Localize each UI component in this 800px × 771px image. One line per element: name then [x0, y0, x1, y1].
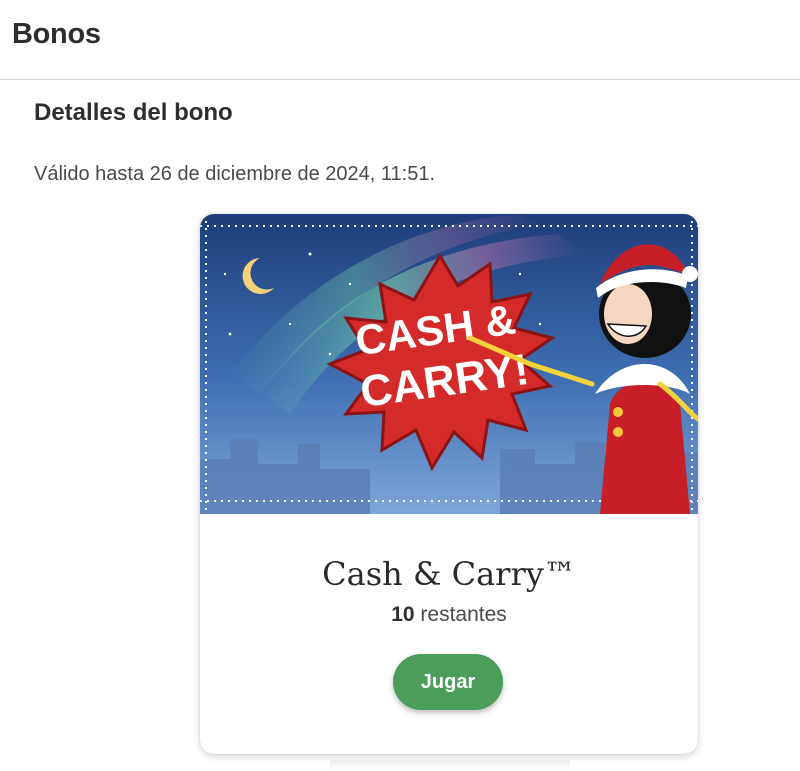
game-banner-image: CASH & CARRY!	[200, 214, 698, 514]
bonus-card: CASH & CARRY! Cash & Carry™ 10 restantes…	[200, 214, 698, 754]
bonus-details-heading: Detalles del bono	[34, 99, 233, 126]
validity-text: Válido hasta 26 de diciembre de 2024, 11…	[34, 163, 436, 185]
remaining-label: restantes	[414, 603, 507, 626]
play-button[interactable]: Jugar	[393, 654, 503, 710]
remaining-count: 10	[391, 603, 415, 626]
app-header: Bonos	[0, 0, 800, 80]
remaining-count-text: 10 restantes	[200, 603, 698, 627]
scroll-shadow	[330, 760, 570, 771]
game-title: Cash & Carry™	[322, 555, 576, 593]
page-title: Bonos	[12, 18, 101, 50]
